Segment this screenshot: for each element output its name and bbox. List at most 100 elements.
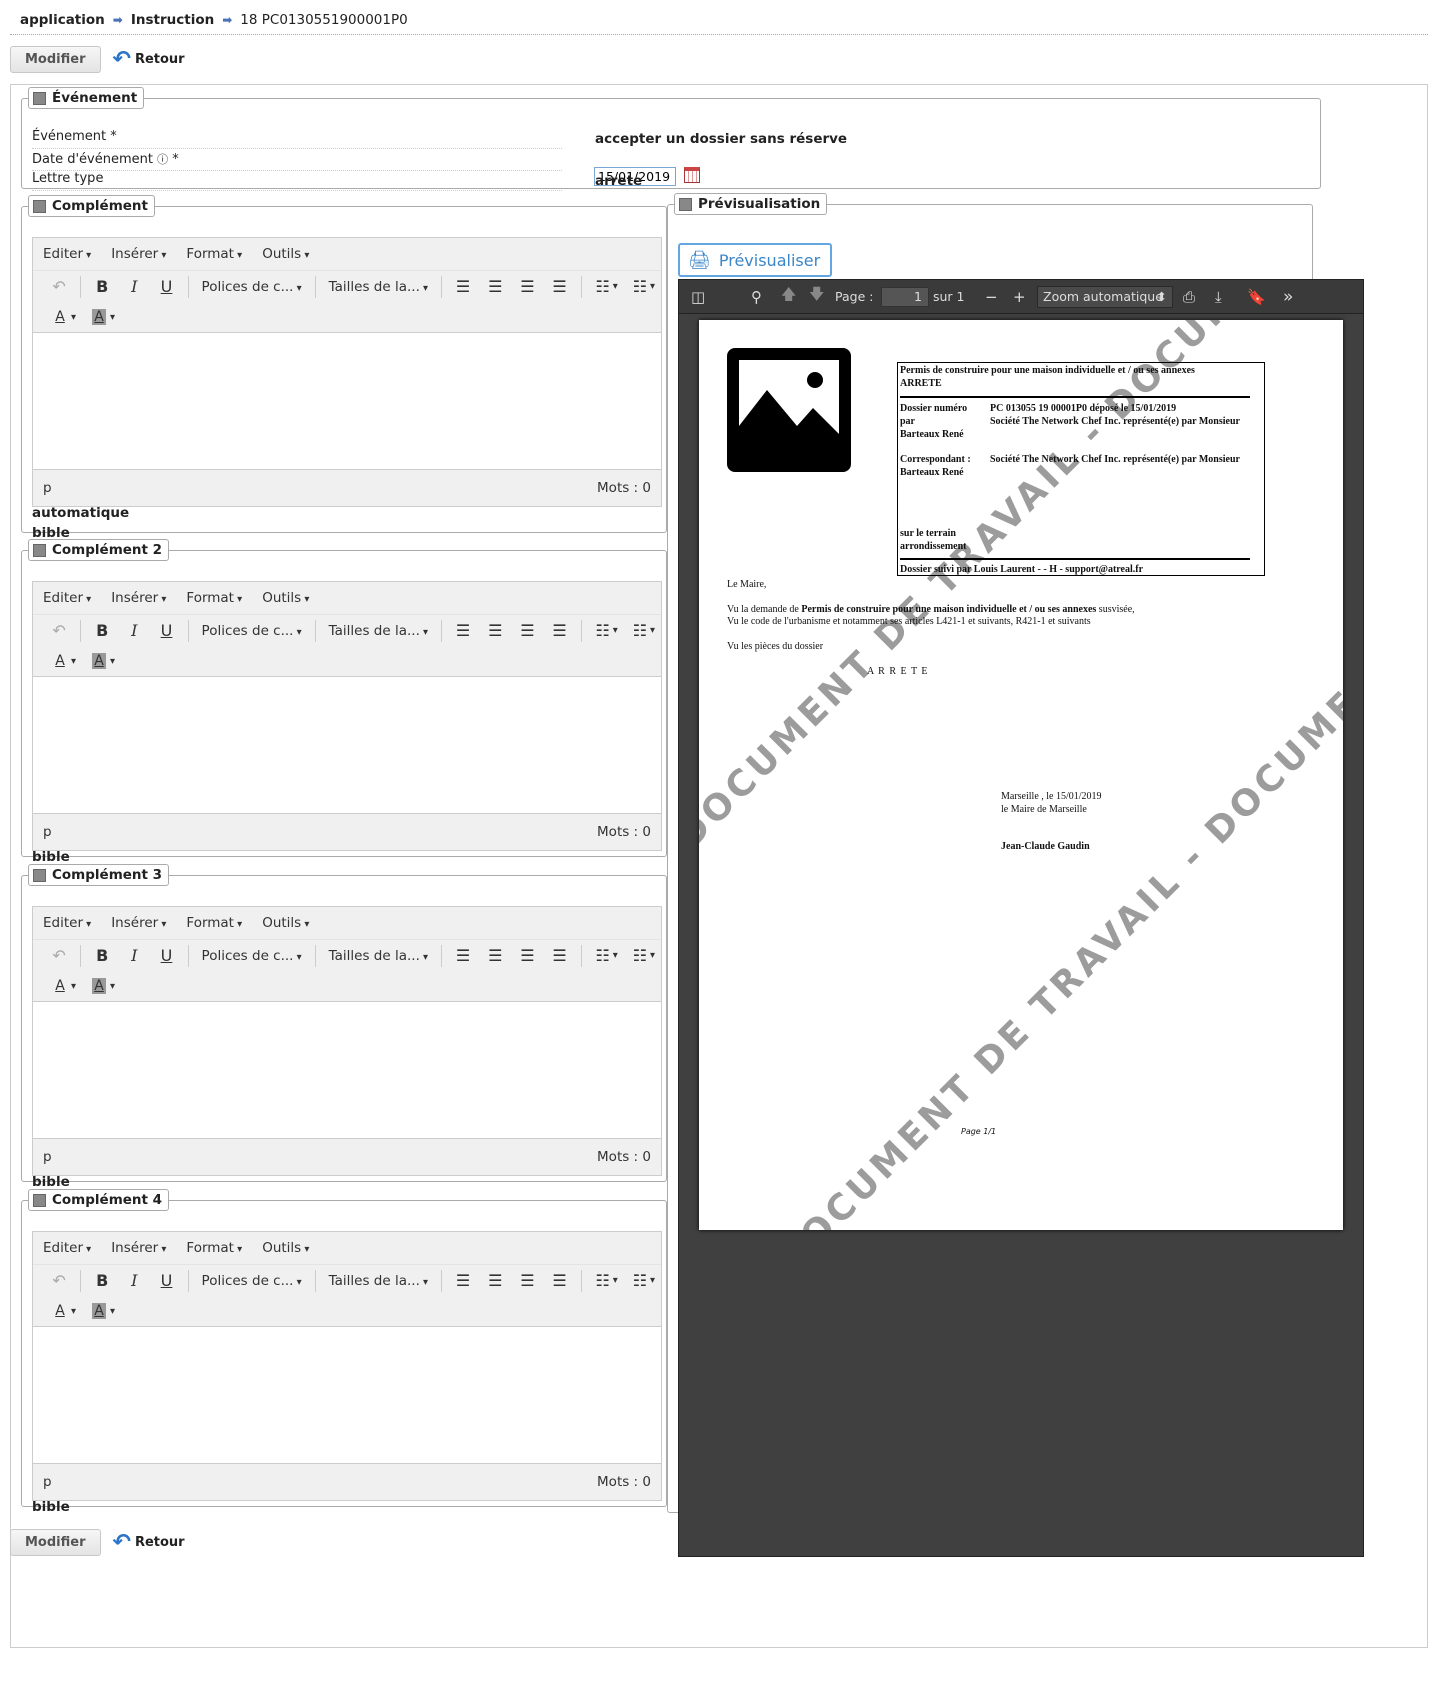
bold-icon[interactable]: B <box>86 621 118 640</box>
font-family-select[interactable]: Polices de c... <box>194 623 310 639</box>
font-size-select[interactable]: Tailles de la... <box>321 623 436 639</box>
element-path[interactable]: p <box>43 824 52 840</box>
align-justify-icon[interactable]: ☰ <box>543 621 575 640</box>
zoom-out-icon[interactable]: − <box>985 288 998 306</box>
underline-icon[interactable]: U <box>150 1271 182 1290</box>
underline-icon[interactable]: U <box>150 621 182 640</box>
bold-icon[interactable]: B <box>86 277 118 296</box>
menu-format[interactable]: Format <box>186 590 242 606</box>
editor-content-area[interactable] <box>33 332 661 470</box>
font-family-select[interactable]: Polices de c... <box>194 279 310 295</box>
menu-inserer[interactable]: Insérer <box>111 246 166 262</box>
underline-icon[interactable]: U <box>150 277 182 296</box>
align-left-icon[interactable]: ☰ <box>447 621 479 640</box>
italic-icon[interactable]: I <box>118 1271 150 1290</box>
print-icon[interactable]: ⎙ <box>1183 288 1195 306</box>
zoom-select[interactable]: Zoom automatique ⬍ <box>1037 285 1173 308</box>
modifier-button[interactable]: Modifier <box>10 1529 101 1556</box>
editor-content-area[interactable] <box>33 1001 661 1139</box>
menu-inserer[interactable]: Insérer <box>111 1240 166 1256</box>
bookmark-icon[interactable]: 🔖 <box>1247 288 1266 306</box>
italic-icon[interactable]: I <box>118 621 150 640</box>
font-family-select[interactable]: Polices de c... <box>194 1273 310 1289</box>
menu-inserer[interactable]: Insérer <box>111 590 166 606</box>
menu-format[interactable]: Format <box>186 915 242 931</box>
align-left-icon[interactable]: ☰ <box>447 946 479 965</box>
align-center-icon[interactable]: ☰ <box>479 621 511 640</box>
chevron-down-icon[interactable]: ▾ <box>613 281 618 292</box>
editor-content-area[interactable] <box>33 676 661 814</box>
undo-icon[interactable]: ↶ <box>43 277 75 296</box>
bold-icon[interactable]: B <box>86 946 118 965</box>
chevron-down-icon[interactable]: ▾ <box>110 981 115 992</box>
complement-legend[interactable]: Complément 4 <box>28 1189 170 1211</box>
menu-inserer[interactable]: Insérer <box>111 915 166 931</box>
align-right-icon[interactable]: ☰ <box>511 1271 543 1290</box>
chevron-down-icon[interactable]: ▾ <box>71 312 76 323</box>
align-justify-icon[interactable]: ☰ <box>543 277 575 296</box>
chevron-down-icon[interactable]: ▾ <box>650 1275 655 1286</box>
undo-icon[interactable]: ↶ <box>43 1271 75 1290</box>
tools-menu-icon[interactable]: » <box>1283 287 1293 307</box>
menu-editer[interactable]: Editer <box>43 1240 91 1256</box>
chevron-down-icon[interactable]: ▾ <box>613 1275 618 1286</box>
sidebar-toggle-icon[interactable]: ◫ <box>691 288 705 306</box>
menu-outils[interactable]: Outils <box>262 915 309 931</box>
next-page-icon[interactable]: 🡇 <box>809 284 824 309</box>
chevron-down-icon[interactable]: ▾ <box>650 950 655 961</box>
chevron-down-icon[interactable]: ▾ <box>110 1306 115 1317</box>
menu-format[interactable]: Format <box>186 1240 242 1256</box>
chevron-down-icon[interactable]: ▾ <box>650 281 655 292</box>
align-center-icon[interactable]: ☰ <box>479 277 511 296</box>
chevron-down-icon[interactable]: ▾ <box>71 1306 76 1317</box>
chevron-down-icon[interactable]: ▾ <box>110 312 115 323</box>
chevron-down-icon[interactable]: ▾ <box>613 625 618 636</box>
retour-link[interactable]: ↶ Retour <box>113 48 185 71</box>
previsualisation-legend[interactable]: Prévisualisation <box>674 193 828 215</box>
complement-legend[interactable]: Complément <box>28 195 155 217</box>
align-justify-icon[interactable]: ☰ <box>543 1271 575 1290</box>
element-path[interactable]: p <box>43 480 52 496</box>
menu-outils[interactable]: Outils <box>262 246 309 262</box>
undo-icon[interactable]: ↶ <box>43 946 75 965</box>
italic-icon[interactable]: I <box>118 277 150 296</box>
download-icon[interactable]: ⤓ <box>1215 288 1222 306</box>
element-path[interactable]: p <box>43 1149 52 1165</box>
font-size-select[interactable]: Tailles de la... <box>321 1273 436 1289</box>
bold-icon[interactable]: B <box>86 1271 118 1290</box>
align-center-icon[interactable]: ☰ <box>479 1271 511 1290</box>
chevron-down-icon[interactable]: ▾ <box>71 656 76 667</box>
zoom-in-icon[interactable]: + <box>1013 288 1026 306</box>
align-right-icon[interactable]: ☰ <box>511 946 543 965</box>
breadcrumb-application[interactable]: application <box>20 12 105 28</box>
calendar-icon[interactable] <box>684 167 700 183</box>
retour-link[interactable]: ↶ Retour <box>113 1531 185 1554</box>
align-right-icon[interactable]: ☰ <box>511 277 543 296</box>
align-right-icon[interactable]: ☰ <box>511 621 543 640</box>
chevron-down-icon[interactable]: ▾ <box>110 656 115 667</box>
align-left-icon[interactable]: ☰ <box>447 1271 479 1290</box>
font-family-select[interactable]: Polices de c... <box>194 948 310 964</box>
search-icon[interactable]: ⚲ <box>751 288 762 306</box>
modifier-button[interactable]: Modifier <box>10 46 101 73</box>
editor-content-area[interactable] <box>33 1326 661 1464</box>
element-path[interactable]: p <box>43 1474 52 1490</box>
previsualiser-button[interactable]: 🖨 Prévisualiser <box>678 243 832 277</box>
complement-legend[interactable]: Complément 2 <box>28 539 170 561</box>
menu-outils[interactable]: Outils <box>262 590 309 606</box>
complement-legend[interactable]: Complément 3 <box>28 864 170 886</box>
menu-format[interactable]: Format <box>186 246 242 262</box>
menu-editer[interactable]: Editer <box>43 246 91 262</box>
evenement-legend[interactable]: Événement <box>28 87 145 109</box>
chevron-down-icon[interactable]: ▾ <box>613 950 618 961</box>
undo-icon[interactable]: ↶ <box>43 621 75 640</box>
breadcrumb-instruction[interactable]: Instruction <box>131 12 214 28</box>
menu-outils[interactable]: Outils <box>262 1240 309 1256</box>
underline-icon[interactable]: U <box>150 946 182 965</box>
previous-page-icon[interactable]: 🡅 <box>781 284 796 309</box>
align-center-icon[interactable]: ☰ <box>479 946 511 965</box>
align-justify-icon[interactable]: ☰ <box>543 946 575 965</box>
align-left-icon[interactable]: ☰ <box>447 277 479 296</box>
menu-editer[interactable]: Editer <box>43 590 91 606</box>
chevron-down-icon[interactable]: ▾ <box>650 625 655 636</box>
